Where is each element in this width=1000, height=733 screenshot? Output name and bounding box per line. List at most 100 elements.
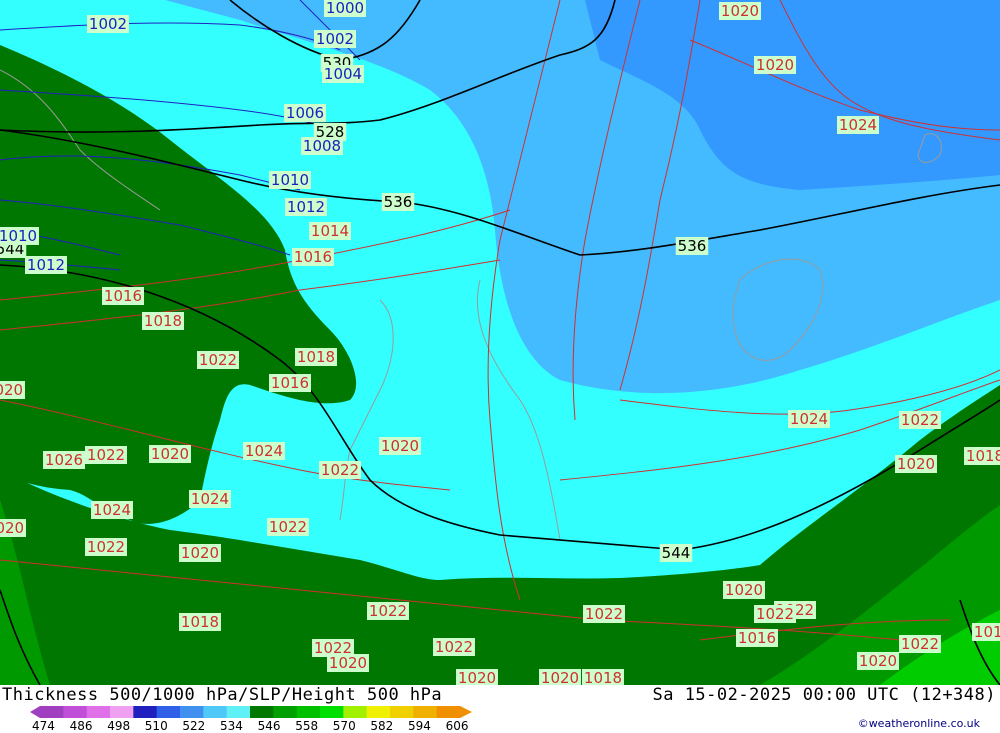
scale-swatch	[110, 706, 134, 718]
svg-text:1018: 1018	[974, 623, 1000, 641]
isobar-label: 1000	[324, 0, 366, 17]
svg-text:1020: 1020	[725, 581, 763, 599]
scale-value: 558	[295, 719, 319, 733]
scale-swatch	[63, 706, 88, 718]
isobar-label: 1022	[85, 538, 127, 556]
svg-text:536: 536	[678, 237, 707, 255]
svg-text:1004: 1004	[324, 65, 362, 83]
color-scale-labels: 474 486 498 510 522 534 546 558 570 582 594 606	[28, 719, 508, 733]
scale-swatch	[133, 706, 158, 718]
isobar-label: 1024	[788, 410, 830, 428]
svg-text:1012: 1012	[27, 256, 65, 274]
svg-text:1018: 1018	[584, 669, 622, 685]
scale-value: 570	[332, 719, 356, 733]
svg-text:1024: 1024	[839, 116, 877, 134]
svg-text:1002: 1002	[316, 30, 354, 48]
scale-arrow-right	[460, 706, 472, 718]
height-label: 536	[381, 193, 415, 211]
svg-text:1022: 1022	[269, 518, 307, 536]
credit-link[interactable]: ©weatheronline.co.uk	[858, 717, 980, 730]
svg-text:1020: 1020	[0, 381, 23, 399]
isobar-label: 1022	[85, 446, 127, 464]
svg-text:1014: 1014	[311, 222, 349, 240]
isobar-label: 1018	[972, 623, 1000, 641]
scale-arrow-left	[30, 706, 40, 718]
scale-swatch	[203, 706, 228, 718]
scale-value: 522	[182, 719, 206, 733]
isobar-label: 1020	[149, 445, 191, 463]
isobar-label: 1020	[857, 652, 899, 670]
isobar-label: 1012	[285, 198, 327, 216]
svg-text:1026: 1026	[45, 451, 83, 469]
isobar-label: 1016	[736, 629, 778, 647]
svg-text:1020: 1020	[859, 652, 897, 670]
svg-text:1008: 1008	[303, 137, 341, 155]
svg-text:1020: 1020	[181, 544, 219, 562]
svg-text:1000: 1000	[326, 0, 364, 17]
svg-text:1024: 1024	[93, 501, 131, 519]
isobar-label: 1020	[539, 669, 581, 685]
height-label: 544	[659, 544, 693, 562]
scale-value: 510	[144, 719, 168, 733]
scale-swatch	[250, 706, 274, 718]
isobar-label: 1022	[899, 411, 941, 429]
scale-swatch	[156, 706, 181, 718]
scale-value: 582	[370, 719, 394, 733]
scale-value: 534	[220, 719, 243, 733]
isobar-label: 1020	[0, 381, 25, 399]
valid-time: Sa 15-02-2025 00:00 UTC (12+348)	[652, 685, 996, 705]
svg-text:1020: 1020	[458, 669, 496, 685]
svg-text:1020: 1020	[541, 669, 579, 685]
map-title: Thickness 500/1000 hPa/SLP/Height 500 hP…	[2, 685, 443, 705]
isobar-label: 1008	[301, 137, 343, 155]
isobar-label: 1020	[723, 581, 765, 599]
svg-text:1020: 1020	[0, 519, 24, 537]
isobar-label: 1022	[267, 518, 309, 536]
svg-text:1024: 1024	[790, 410, 828, 428]
isobar-label: 1022	[899, 635, 941, 653]
svg-text:1022: 1022	[901, 411, 939, 429]
isobar-label: 1014	[309, 222, 351, 240]
svg-text:1020: 1020	[721, 2, 759, 20]
isobar-label: 1016	[269, 374, 311, 392]
scale-swatch	[40, 706, 64, 718]
svg-text:1012: 1012	[287, 198, 325, 216]
svg-text:1020: 1020	[756, 56, 794, 74]
isobar-label: 1002	[87, 15, 129, 33]
svg-text:1022: 1022	[435, 638, 473, 656]
svg-text:1018: 1018	[144, 312, 182, 330]
svg-text:1006: 1006	[286, 104, 324, 122]
isobar-label: 1018	[142, 312, 184, 330]
svg-text:1016: 1016	[104, 287, 142, 305]
isobar-label: 1020	[754, 56, 796, 74]
scale-value: 486	[69, 719, 93, 733]
color-scale-bar	[30, 706, 472, 718]
scale-swatch	[226, 706, 251, 718]
isobar-label: 1018	[964, 447, 1000, 465]
isobar-label: 1022	[319, 461, 361, 479]
scale-swatch	[413, 706, 438, 718]
isobar-label: 1024	[91, 501, 133, 519]
scale-swatch	[273, 706, 298, 718]
scale-swatch	[436, 706, 461, 718]
isobar-label: 1016	[102, 287, 144, 305]
scale-value: 474	[32, 719, 55, 733]
svg-text:1018: 1018	[966, 447, 1000, 465]
isobar-label: 1020	[456, 669, 498, 685]
weather-map: 5305285365365445441000100210021004100610…	[0, 0, 1000, 685]
scale-swatch	[320, 706, 344, 718]
isobar-label: 1026	[43, 451, 85, 469]
isobar-label: 1022	[197, 351, 239, 369]
map-footer: Thickness 500/1000 hPa/SLP/Height 500 hP…	[0, 685, 1000, 733]
isobar-label: 1010	[269, 171, 311, 189]
svg-text:1020: 1020	[151, 445, 189, 463]
svg-text:1024: 1024	[245, 442, 283, 460]
isobar-label: 1022	[583, 605, 625, 623]
isobar-label: 1020	[895, 455, 937, 473]
svg-text:1022: 1022	[585, 605, 623, 623]
svg-text:536: 536	[384, 193, 413, 211]
isobar-label: 1024	[243, 442, 285, 460]
svg-text:1022: 1022	[901, 635, 939, 653]
svg-text:1022: 1022	[87, 538, 125, 556]
isobar-label: 1024	[837, 116, 879, 134]
